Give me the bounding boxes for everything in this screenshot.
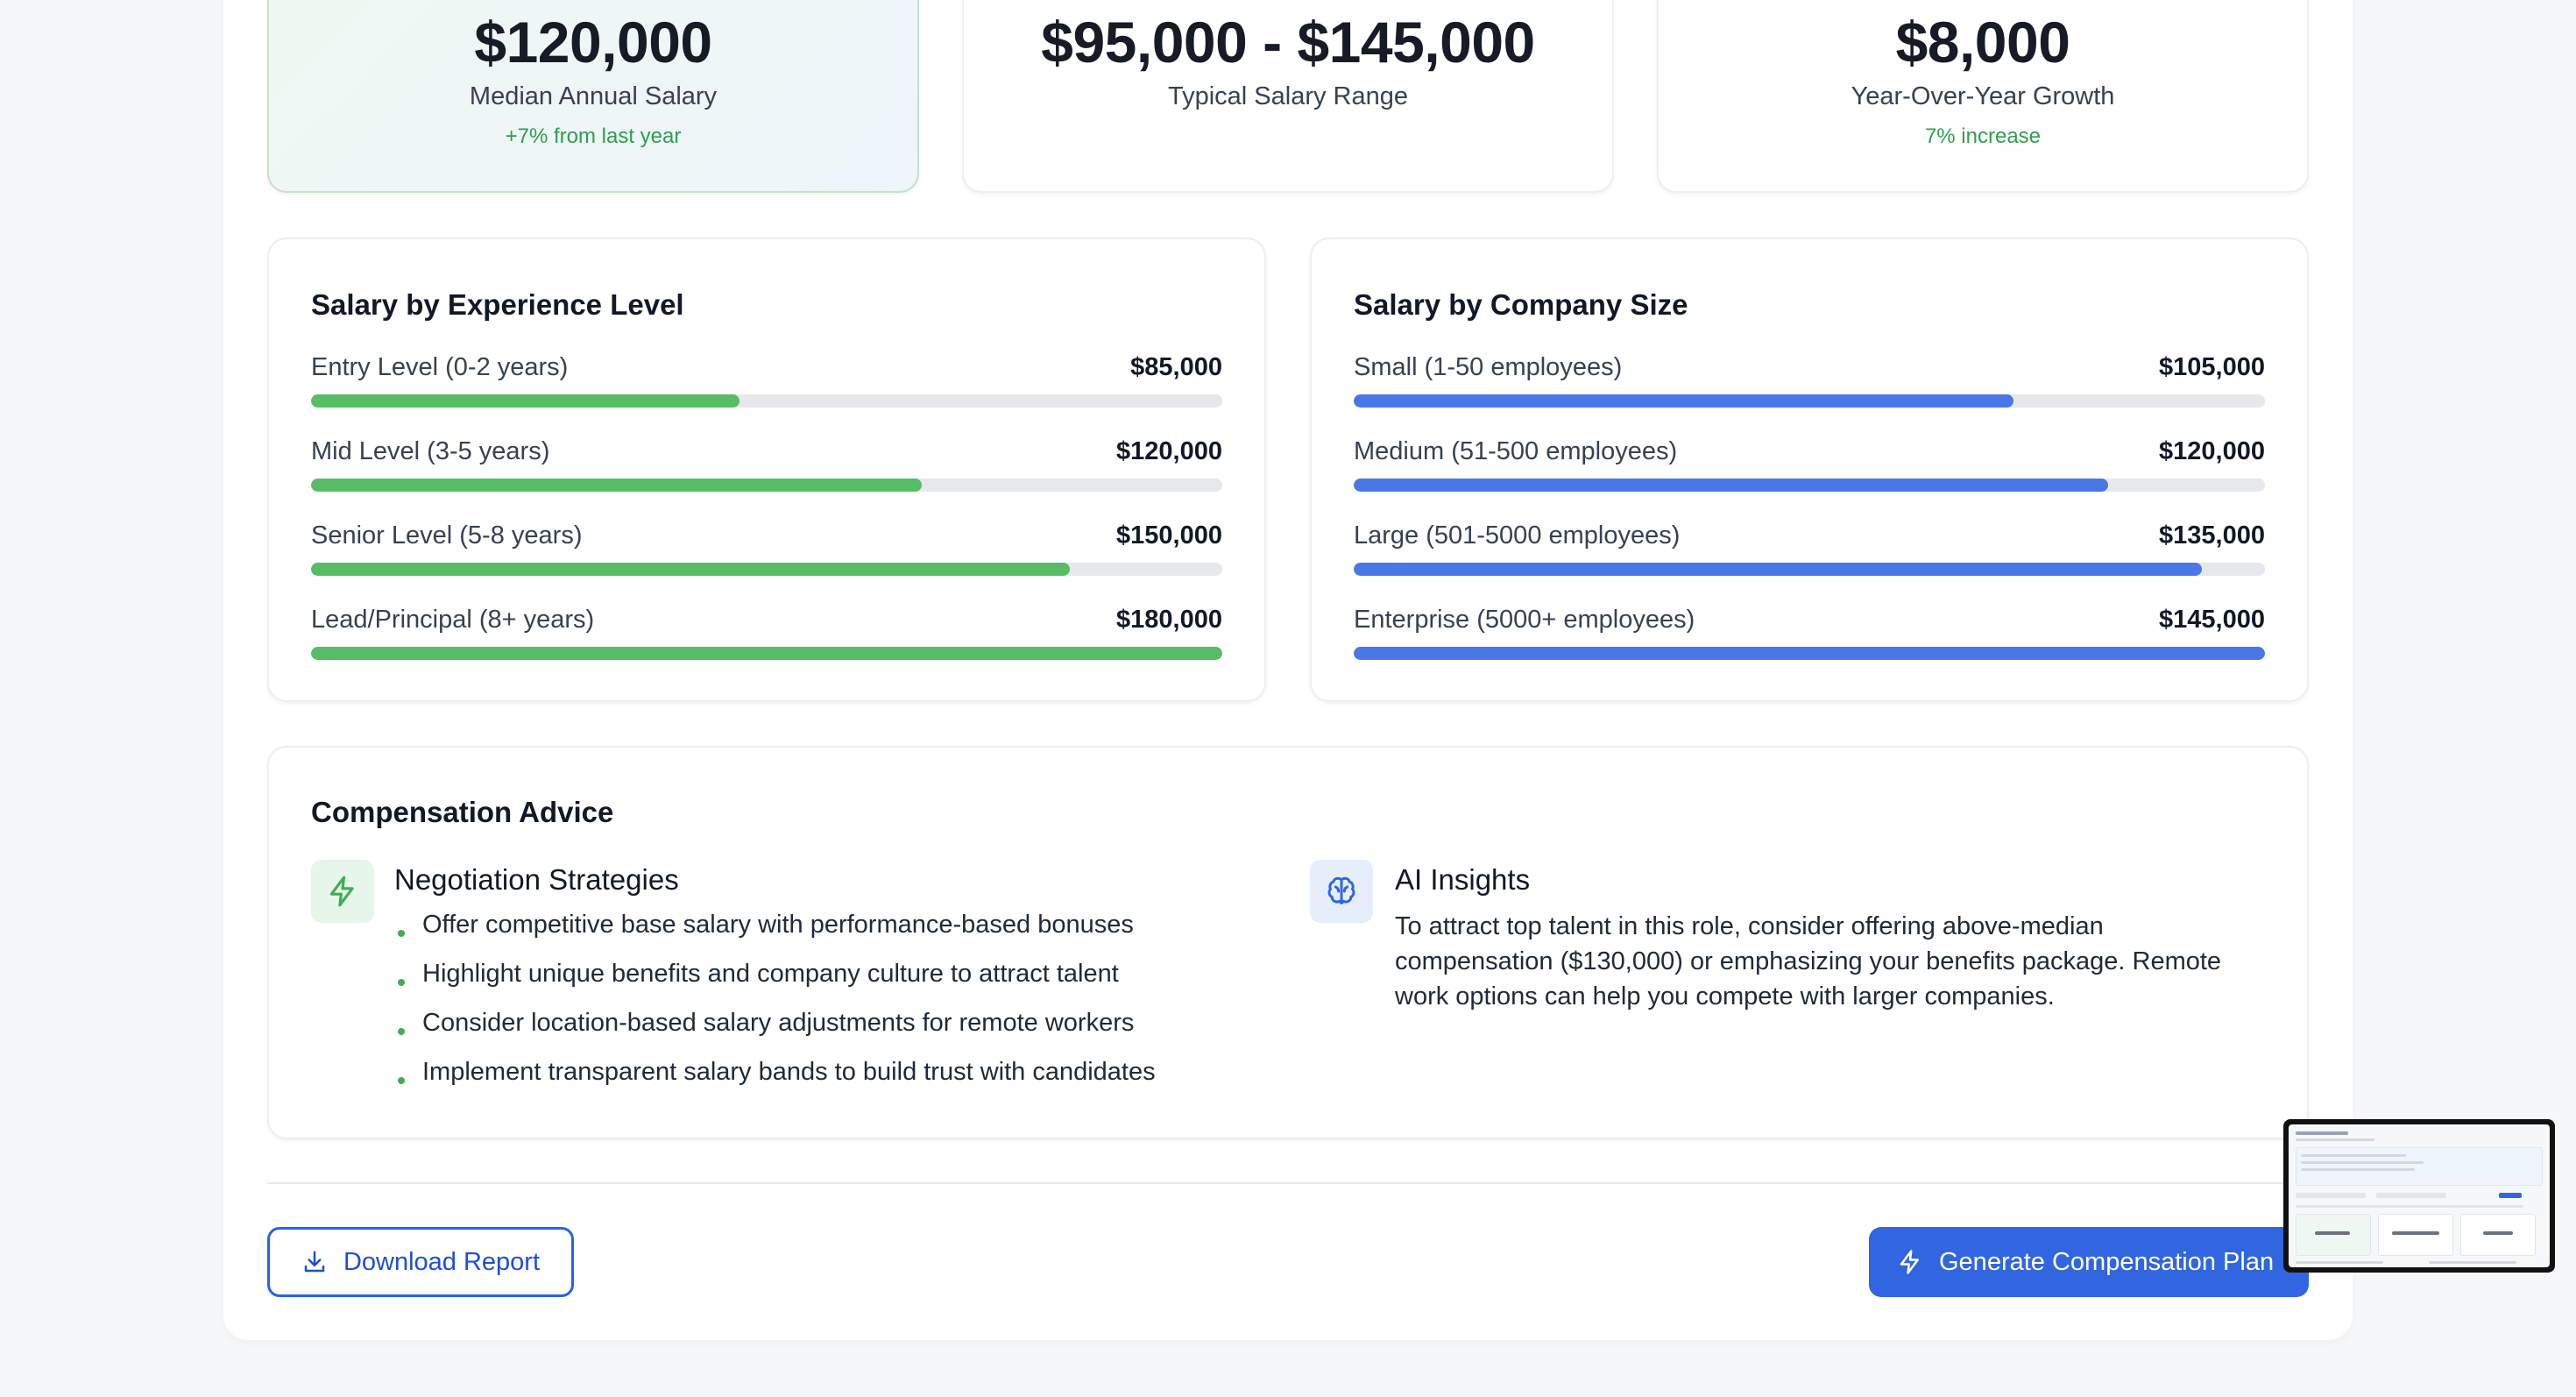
experience-row: Entry Level (0-2 years) $85,000 bbox=[311, 353, 1222, 408]
bar-fill bbox=[1354, 479, 2109, 492]
bar-fill bbox=[311, 647, 1222, 660]
bar-label: Entry Level (0-2 years) bbox=[311, 353, 569, 381]
footer-divider bbox=[267, 1182, 2309, 1184]
list-item-text: Implement transparent salary bands to bu… bbox=[422, 1058, 1156, 1086]
stat-change: +7% from last year bbox=[505, 124, 682, 148]
list-item: Offer competitive base salary with perfo… bbox=[394, 907, 1156, 956]
bar-value: $120,000 bbox=[1116, 437, 1222, 465]
experience-row: Lead/Principal (8+ years) $180,000 bbox=[311, 606, 1222, 660]
panel-title: Compensation Advice bbox=[311, 796, 614, 828]
ai-insights-line: work options can help you compete with l… bbox=[1395, 982, 2055, 1011]
stat-change: 7% increase bbox=[1924, 124, 2042, 148]
bar-label: Lead/Principal (8+ years) bbox=[311, 606, 595, 634]
list-item: Implement transparent salary bands to bu… bbox=[394, 1054, 1156, 1103]
bullet-dot bbox=[398, 930, 405, 937]
experience-panel: Salary by Experience Level Entry Level (… bbox=[267, 238, 1266, 702]
panel-title: Salary by Company Size bbox=[1354, 288, 1688, 321]
stat-value: $95,000 - $145,000 bbox=[1041, 10, 1535, 74]
compensation-advice-panel: Compensation Advice Negotiation Strategi… bbox=[267, 746, 2309, 1139]
panel-title: Salary by Experience Level bbox=[311, 288, 684, 321]
brain-icon bbox=[1310, 860, 1373, 923]
list-item: Highlight unique benefits and company cu… bbox=[394, 956, 1156, 1005]
bar-track bbox=[311, 647, 1222, 660]
stat-card-median: $120,000 Median Annual Salary +7% from l… bbox=[267, 0, 919, 193]
bar-track bbox=[311, 563, 1222, 576]
bar-label: Large (501-5000 employees) bbox=[1354, 521, 1681, 550]
negotiation-list: Offer competitive base salary with perfo… bbox=[394, 907, 1156, 1103]
bar-value: $120,000 bbox=[2159, 437, 2265, 465]
company-size-row: Small (1-50 employees) $105,000 bbox=[1354, 353, 2265, 408]
bar-track bbox=[1354, 563, 2265, 576]
stat-card-growth: $8,000 Year-Over-Year Growth 7% increase bbox=[1657, 0, 2309, 193]
bar-label: Mid Level (3-5 years) bbox=[311, 437, 550, 465]
download-icon bbox=[304, 1251, 325, 1273]
stat-label: Typical Salary Range bbox=[1167, 82, 1409, 110]
lightning-icon bbox=[311, 860, 374, 923]
stat-value: $8,000 bbox=[1895, 10, 2070, 74]
bar-fill bbox=[1354, 563, 2203, 576]
bar-value: $150,000 bbox=[1116, 521, 1222, 550]
ai-insights-heading: AI Insights bbox=[1395, 863, 1531, 896]
stat-label: Median Annual Salary bbox=[469, 82, 718, 110]
bar-fill bbox=[311, 563, 1071, 576]
experience-row: Senior Level (5-8 years) $150,000 bbox=[311, 521, 1222, 576]
screenshot-thumbnail[interactable] bbox=[2283, 1119, 2555, 1273]
bullet-dot bbox=[398, 1077, 405, 1084]
bar-fill bbox=[1354, 394, 2013, 408]
bar-label: Small (1-50 employees) bbox=[1354, 353, 1623, 381]
bar-track bbox=[1354, 647, 2265, 660]
list-item-text: Offer competitive base salary with perfo… bbox=[422, 911, 1134, 939]
bar-label: Senior Level (5-8 years) bbox=[311, 521, 583, 550]
bar-value: $105,000 bbox=[2159, 353, 2265, 381]
bar-fill bbox=[311, 394, 740, 408]
bar-value: $180,000 bbox=[1116, 606, 1222, 634]
bar-value: $145,000 bbox=[2159, 606, 2265, 634]
ai-insights-line: compensation ($130,000) or emphasizing y… bbox=[1395, 947, 2222, 975]
list-item: Consider location-based salary adjustmen… bbox=[394, 1005, 1156, 1054]
bullet-dot bbox=[398, 979, 405, 986]
bullet-dot bbox=[398, 1028, 405, 1035]
bar-label: Medium (51-500 employees) bbox=[1354, 437, 1678, 465]
list-item-text: Consider location-based salary adjustmen… bbox=[422, 1009, 1135, 1037]
bar-track bbox=[311, 394, 1222, 408]
bar-track bbox=[311, 479, 1222, 492]
company-size-row: Large (501-5000 employees) $135,000 bbox=[1354, 521, 2265, 576]
lightning-icon bbox=[1900, 1250, 1919, 1274]
company-size-row: Medium (51-500 employees) $120,000 bbox=[1354, 437, 2265, 492]
bar-value: $135,000 bbox=[2159, 521, 2265, 550]
ai-insights-line: To attract top talent in this role, cons… bbox=[1395, 912, 2104, 940]
negotiation-heading: Negotiation Strategies bbox=[394, 863, 679, 896]
bar-label: Enterprise (5000+ employees) bbox=[1354, 606, 1695, 634]
download-report-button[interactable]: Download Report bbox=[267, 1227, 574, 1297]
stat-label: Year-Over-Year Growth bbox=[1851, 82, 2115, 110]
stat-card-range: $95,000 - $145,000 Typical Salary Range bbox=[962, 0, 1614, 193]
bar-value: $85,000 bbox=[1130, 353, 1222, 381]
ai-insights-text: To attract top talent in this role, cons… bbox=[1395, 909, 2221, 1014]
bar-fill bbox=[1354, 647, 2265, 660]
download-report-label: Download Report bbox=[343, 1247, 541, 1276]
list-item-text: Highlight unique benefits and company cu… bbox=[422, 960, 1119, 988]
generate-compensation-plan-button[interactable]: Generate Compensation Plan bbox=[1869, 1227, 2309, 1297]
company-size-panel: Salary by Company Size Small (1-50 emplo… bbox=[1310, 238, 2309, 702]
bar-track bbox=[1354, 479, 2265, 492]
bar-fill bbox=[311, 479, 922, 492]
company-size-row: Enterprise (5000+ employees) $145,000 bbox=[1354, 606, 2265, 660]
bar-track bbox=[1354, 394, 2265, 408]
stat-value: $120,000 bbox=[474, 10, 712, 74]
thumbnail-preview bbox=[2289, 1124, 2550, 1267]
experience-row: Mid Level (3-5 years) $120,000 bbox=[311, 437, 1222, 492]
generate-compensation-plan-label: Generate Compensation Plan bbox=[1939, 1247, 2275, 1276]
